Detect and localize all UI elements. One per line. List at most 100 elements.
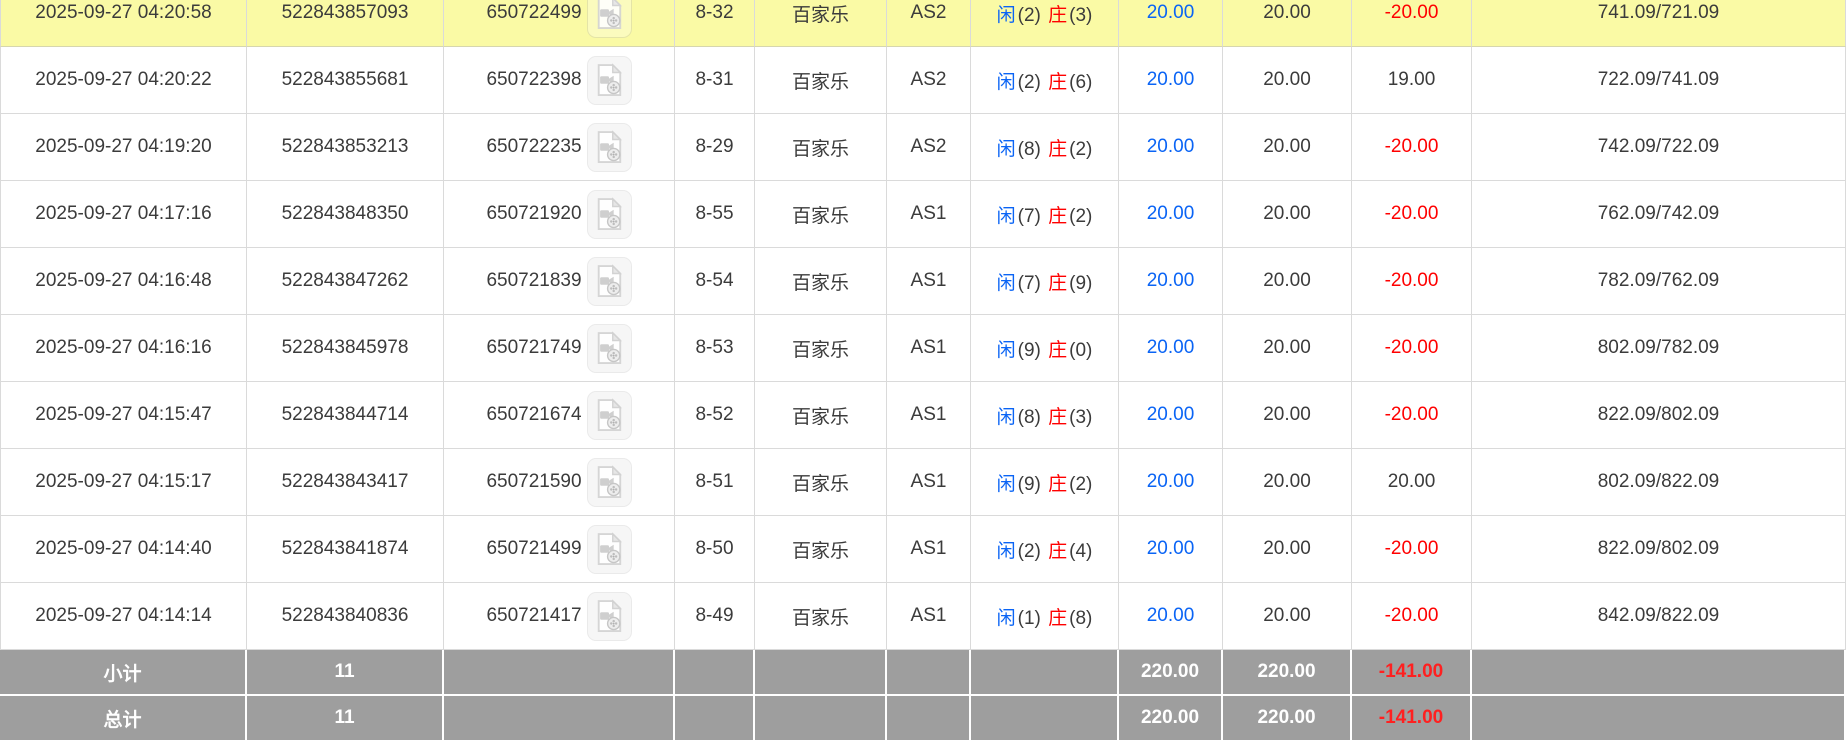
game-result: 闲(9) 庄(2) <box>971 449 1119 516</box>
banker-score: (2) <box>1068 474 1093 495</box>
banker-score: (4) <box>1068 541 1093 562</box>
balance-after-before: 722.09/741.09 <box>1472 47 1846 114</box>
video-replay-button[interactable] <box>587 324 632 373</box>
bet-amount: 20.00 <box>1119 0 1223 47</box>
game-type: 百家乐 <box>755 181 887 248</box>
summary-valid-total: 220.00 <box>1223 696 1352 742</box>
table-id: AS2 <box>887 47 971 114</box>
banker-score: (3) <box>1068 407 1093 428</box>
summary-win-loss-total: -141.00 <box>1352 650 1472 696</box>
player-score: (8) <box>1017 139 1042 160</box>
game-number-cell: 650721590 <box>444 449 675 516</box>
summary-label: 小计 <box>0 650 247 696</box>
bet-time: 2025-09-27 04:17:16 <box>0 181 247 248</box>
table-row[interactable]: 2025-09-27 04:17:16 522843848350 6507219… <box>0 181 1846 248</box>
banker-result-label: 庄 <box>1047 5 1068 26</box>
player-result-label: 闲 <box>996 206 1017 227</box>
table-id: AS1 <box>887 449 971 516</box>
win-loss-amount: -20.00 <box>1352 248 1472 315</box>
bet-time: 2025-09-27 04:16:16 <box>0 315 247 382</box>
bet-amount: 20.00 <box>1119 47 1223 114</box>
video-replay-button[interactable] <box>587 123 632 172</box>
table-row[interactable]: 2025-09-27 04:14:40 522843841874 6507214… <box>0 516 1846 583</box>
game-number-cell: 650722235 <box>444 114 675 181</box>
bill-number: 522843855681 <box>247 47 444 114</box>
banker-score: (6) <box>1068 72 1093 93</box>
player-score: (2) <box>1017 541 1042 562</box>
video-replay-button[interactable] <box>587 56 632 105</box>
game-result: 闲(8) 庄(3) <box>971 382 1119 449</box>
video-file-icon <box>594 197 624 231</box>
summary-empty-cell <box>887 696 971 742</box>
bill-number: 522843844714 <box>247 382 444 449</box>
summary-empty-cell <box>444 696 675 742</box>
table-row[interactable]: 2025-09-27 04:16:48 522843847262 6507218… <box>0 248 1846 315</box>
video-file-icon <box>594 130 624 164</box>
banker-result-label: 庄 <box>1047 407 1068 428</box>
table-row[interactable]: 2025-09-27 04:15:17 522843843417 6507215… <box>0 449 1846 516</box>
game-result: 闲(2) 庄(6) <box>971 47 1119 114</box>
summary-bet-total: 220.00 <box>1119 650 1223 696</box>
game-number-cell: 650721674 <box>444 382 675 449</box>
game-number: 650722499 <box>486 2 581 24</box>
player-score: (1) <box>1017 608 1042 629</box>
win-loss-amount: -20.00 <box>1352 516 1472 583</box>
table-id: AS1 <box>887 248 971 315</box>
bet-time: 2025-09-27 04:15:17 <box>0 449 247 516</box>
table-row[interactable]: 2025-09-27 04:20:58 522843857093 6507224… <box>0 0 1846 47</box>
game-result: 闲(2) 庄(3) <box>971 0 1119 47</box>
video-replay-button[interactable] <box>587 458 632 507</box>
player-result-label: 闲 <box>996 474 1017 495</box>
balance-after-before: 802.09/822.09 <box>1472 449 1846 516</box>
records-body: 2025-09-27 04:20:58 522843857093 6507224… <box>0 0 1846 742</box>
video-replay-button[interactable] <box>587 592 632 641</box>
game-number-cell: 650722499 <box>444 0 675 47</box>
bet-amount: 20.00 <box>1119 583 1223 650</box>
video-replay-button[interactable] <box>587 0 632 38</box>
table-row[interactable]: 2025-09-27 04:20:22 522843855681 6507223… <box>0 47 1846 114</box>
table-row[interactable]: 2025-09-27 04:14:14 522843840836 6507214… <box>0 583 1846 650</box>
summary-count: 11 <box>247 696 444 742</box>
banker-score: (9) <box>1068 273 1093 294</box>
game-type: 百家乐 <box>755 315 887 382</box>
table-id: AS1 <box>887 382 971 449</box>
table-round: 8-29 <box>675 114 755 181</box>
bet-amount: 20.00 <box>1119 382 1223 449</box>
video-replay-button[interactable] <box>587 525 632 574</box>
table-row[interactable]: 2025-09-27 04:16:16 522843845978 6507217… <box>0 315 1846 382</box>
player-score: (2) <box>1017 72 1042 93</box>
win-loss-amount: -20.00 <box>1352 315 1472 382</box>
win-loss-amount: -20.00 <box>1352 583 1472 650</box>
valid-amount: 20.00 <box>1223 181 1352 248</box>
table-row[interactable]: 2025-09-27 04:19:20 522843853213 6507222… <box>0 114 1846 181</box>
banker-result-label: 庄 <box>1047 206 1068 227</box>
video-replay-button[interactable] <box>587 391 632 440</box>
video-file-icon <box>594 532 624 566</box>
bet-records-table: 2025-09-27 04:20:58 522843857093 6507224… <box>0 0 1846 742</box>
game-number-cell: 650721417 <box>444 583 675 650</box>
valid-amount: 20.00 <box>1223 449 1352 516</box>
video-file-icon <box>594 63 624 97</box>
game-result: 闲(2) 庄(4) <box>971 516 1119 583</box>
game-type: 百家乐 <box>755 47 887 114</box>
bet-amount: 20.00 <box>1119 248 1223 315</box>
bill-number: 522843857093 <box>247 0 444 47</box>
summary-empty-cell <box>675 696 755 742</box>
valid-amount: 20.00 <box>1223 516 1352 583</box>
summary-count: 11 <box>247 650 444 696</box>
win-loss-amount: 19.00 <box>1352 47 1472 114</box>
table-row[interactable]: 2025-09-27 04:15:47 522843844714 6507216… <box>0 382 1846 449</box>
table-round: 8-32 <box>675 0 755 47</box>
summary-empty-cell <box>755 650 887 696</box>
video-replay-button[interactable] <box>587 257 632 306</box>
banker-result-label: 庄 <box>1047 541 1068 562</box>
table-round: 8-51 <box>675 449 755 516</box>
bet-amount: 20.00 <box>1119 114 1223 181</box>
table-id: AS1 <box>887 315 971 382</box>
game-number-cell: 650722398 <box>444 47 675 114</box>
video-file-icon <box>594 264 624 298</box>
video-replay-button[interactable] <box>587 190 632 239</box>
game-number-cell: 650721839 <box>444 248 675 315</box>
table-id: AS2 <box>887 114 971 181</box>
balance-after-before: 802.09/782.09 <box>1472 315 1846 382</box>
